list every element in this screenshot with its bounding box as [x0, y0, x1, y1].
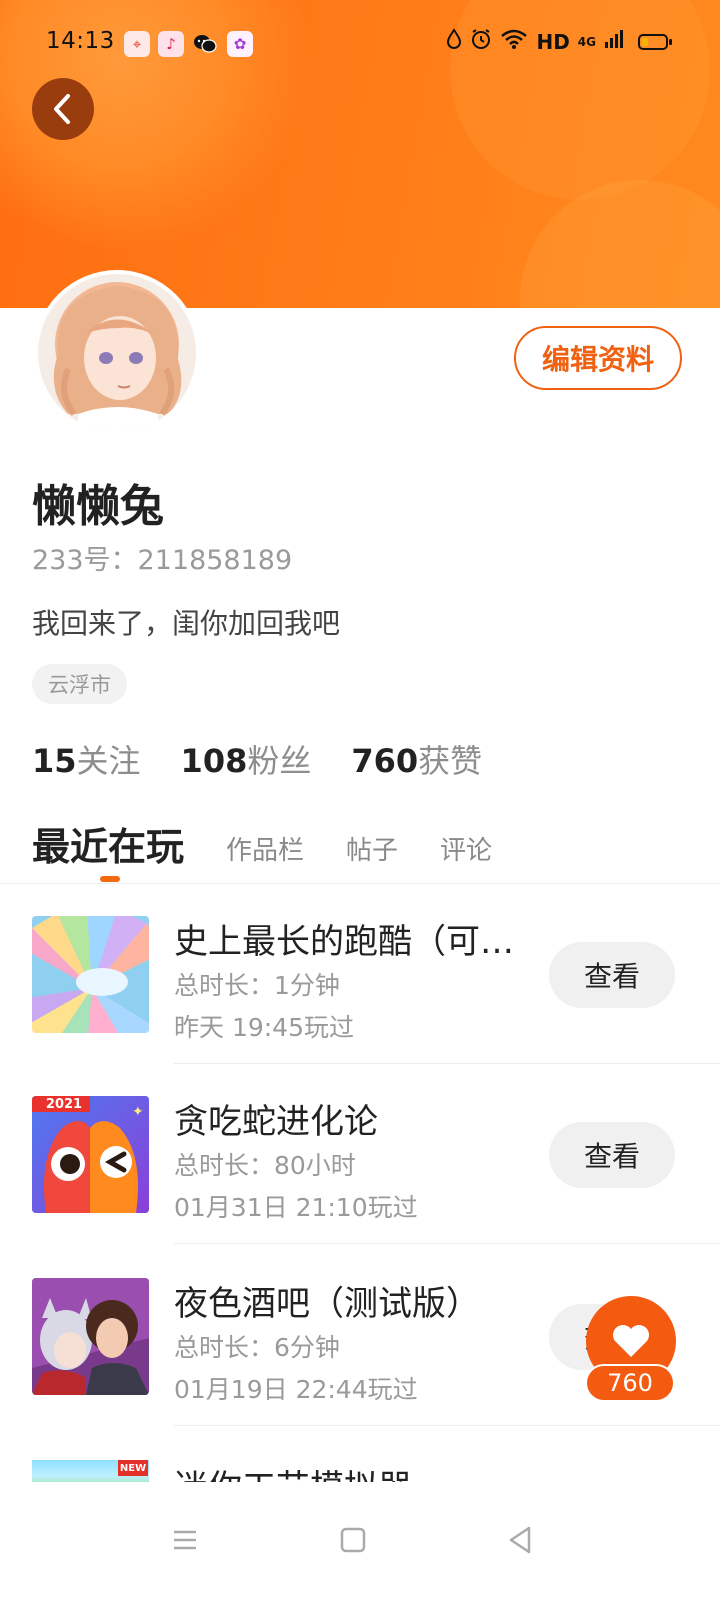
system-nav-bar [0, 1482, 720, 1600]
game-last-played: 昨天 19:45玩过 [174, 1013, 354, 1042]
game-duration: 总时长：80小时 [174, 1151, 356, 1180]
new-badge: NEW [118, 1460, 148, 1476]
status-time: 14:13 [46, 28, 115, 54]
tab-posts[interactable]: 帖子 [346, 830, 398, 871]
list-item[interactable]: NEW 迷你工艺模拟器 [0, 1440, 720, 1482]
back-button[interactable] [32, 78, 94, 140]
username: 懒懒兔 [32, 481, 164, 532]
wifi-icon [500, 29, 528, 54]
game-last-played: 01月31日 21:10玩过 [174, 1193, 418, 1222]
stat-value: 108 [180, 742, 248, 780]
game-last-played: 01月19日 22:44玩过 [174, 1375, 418, 1404]
profile-tabs: 最近在玩 作品栏 帖子 评论 [32, 816, 534, 871]
wechat-icon [192, 31, 218, 57]
back-nav-button[interactable] [490, 1510, 550, 1570]
tab-comments[interactable]: 评论 [440, 830, 492, 871]
header-decoration [520, 180, 720, 308]
status-right-icons: HD 4G [446, 28, 672, 55]
avatar[interactable] [34, 270, 200, 436]
bio: 我回来了，闺你加回我吧 [32, 607, 341, 640]
stat-followers[interactable]: 108粉丝 [181, 736, 312, 782]
row-divider [174, 1243, 720, 1244]
game-name: 贪吃蛇进化论 [174, 1102, 378, 1142]
music-app-icon: ♪ [158, 31, 184, 57]
game-name: 夜色酒吧（测试版） [174, 1284, 480, 1324]
battery-icon [638, 33, 672, 50]
home-nav-button[interactable] [323, 1510, 383, 1570]
status-bar: 14:13 ⌖ ♪ ✿ HD 4G [0, 22, 720, 64]
back-triangle-icon [509, 1526, 531, 1554]
back-chevron-icon [54, 94, 70, 124]
game-duration: 总时长：1分钟 [174, 971, 340, 1000]
network-gen-label: 4G [577, 34, 596, 49]
svg-text:✦: ✦ [132, 1104, 144, 1120]
user-id: 233号：211858189 [32, 545, 293, 576]
game-icon [32, 1278, 149, 1395]
signal-icon [604, 29, 624, 54]
game-name: 史上最长的跑酷（可… [174, 922, 514, 962]
tab-works[interactable]: 作品栏 [226, 830, 304, 871]
maps-app-icon: ⌖ [124, 31, 150, 57]
list-item[interactable]: ✦ 2021 贪吃蛇进化论 总时长：80小时 01月31日 21:10玩过 查看 [0, 1064, 720, 1244]
row-divider [174, 1425, 720, 1426]
stat-label: 粉丝 [247, 742, 312, 780]
year-badge: 2021 [45, 1096, 83, 1112]
game-icon: ✦ [32, 1096, 149, 1213]
avatar-image [38, 274, 196, 432]
heart-icon [613, 1325, 649, 1357]
like-count: 760 [585, 1364, 675, 1402]
alarm-icon [470, 28, 492, 55]
list-item[interactable]: 史上最长的跑酷（可… 总时长：1分钟 昨天 19:45玩过 查看 [0, 884, 720, 1064]
game-app-icon: ✿ [227, 31, 253, 57]
edit-profile-button[interactable]: 编辑资料 [514, 326, 682, 390]
view-button[interactable]: 查看 [549, 942, 675, 1008]
stat-label: 获赞 [418, 742, 483, 780]
menu-nav-button[interactable] [155, 1510, 215, 1570]
active-tab-indicator [100, 876, 120, 882]
location-tag: 云浮市 [32, 664, 127, 704]
view-button[interactable]: 查看 [549, 1122, 675, 1188]
profile-stats: 15关注 108粉丝 760获赞 [32, 736, 482, 782]
stat-following[interactable]: 15关注 [32, 736, 141, 782]
game-duration: 总时长：6分钟 [174, 1333, 340, 1362]
hd-label: HD [536, 29, 570, 54]
game-icon [32, 916, 149, 1033]
stat-likes[interactable]: 760获赞 [351, 736, 482, 782]
battery-level [642, 37, 648, 46]
stat-value: 15 [32, 742, 77, 780]
menu-icon [174, 1530, 196, 1550]
home-icon [340, 1527, 366, 1553]
game-name: 迷你工艺模拟器 [174, 1460, 412, 1482]
tab-recently-played[interactable]: 最近在玩 [32, 816, 184, 871]
stat-value: 760 [351, 742, 419, 780]
stat-label: 关注 [76, 742, 141, 780]
water-drop-icon [446, 28, 462, 55]
